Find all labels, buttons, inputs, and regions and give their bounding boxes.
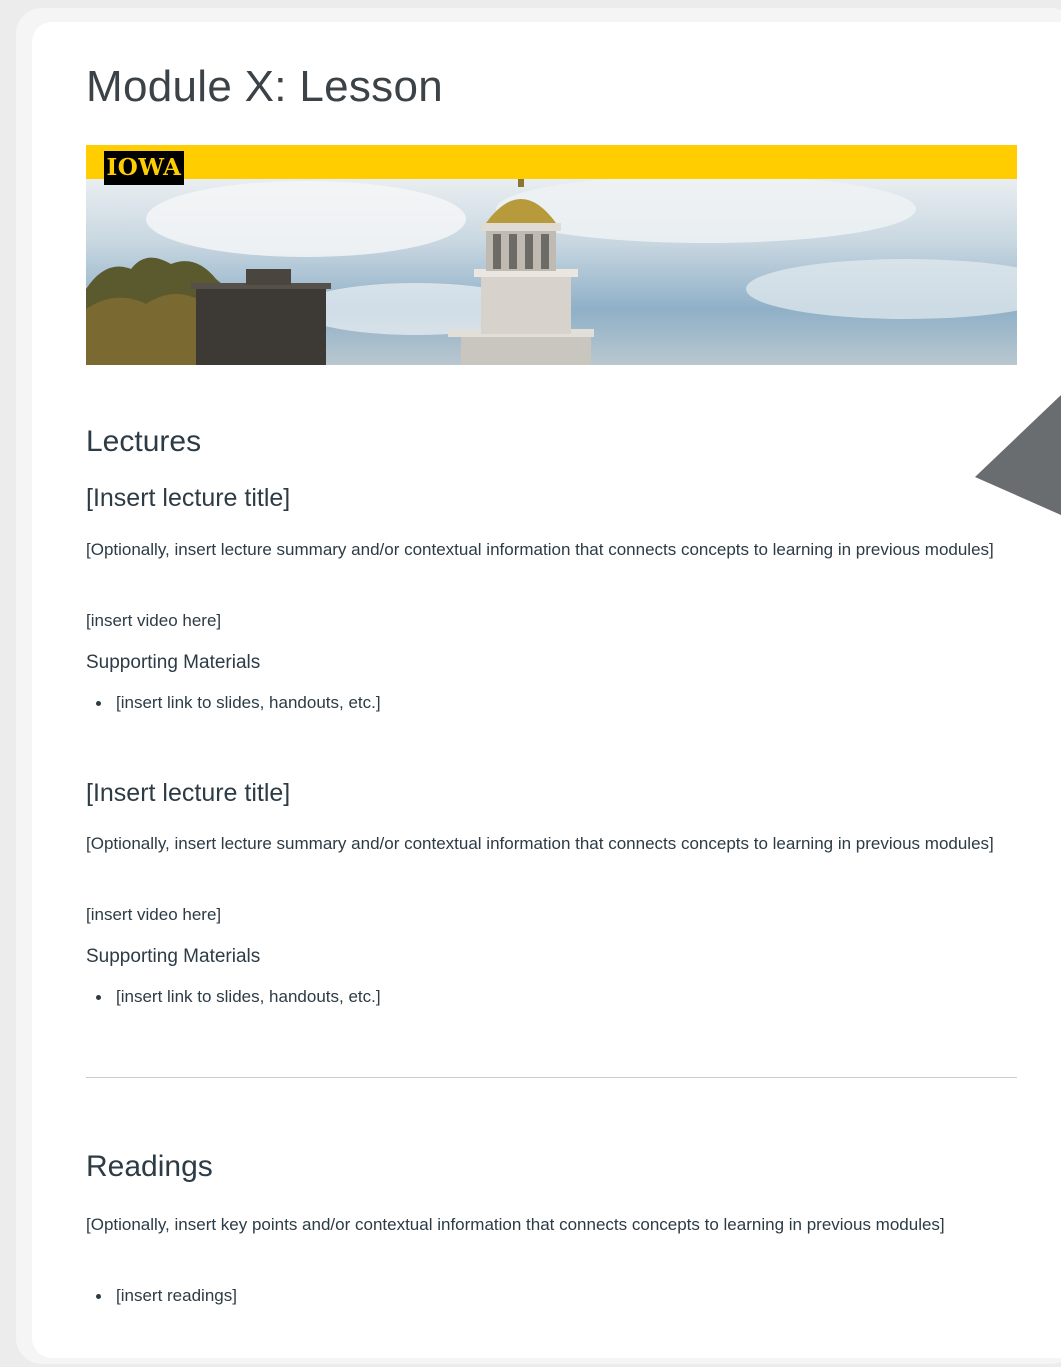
reading-link[interactable]: [insert readings] [116, 1286, 237, 1305]
lectures-heading: Lectures [86, 425, 202, 458]
banner-gold-bar [86, 145, 1017, 179]
list-item: [insert link to slides, handouts, etc.] [86, 983, 381, 1011]
pointer-arrow-icon [975, 395, 1061, 515]
bullet-icon [96, 1294, 101, 1299]
lecture-1-material-link[interactable]: [insert link to slides, handouts, etc.] [116, 693, 381, 712]
lecture-2-material-link[interactable]: [insert link to slides, handouts, etc.] [116, 987, 381, 1006]
list-item: [insert readings] [86, 1282, 237, 1310]
section-divider [86, 1077, 1017, 1078]
lecture-2-materials-list: [insert link to slides, handouts, etc.] [86, 983, 381, 1011]
banner-campus-illustration [86, 179, 1017, 365]
lecture-2-materials-heading: Supporting Materials [86, 946, 261, 967]
bullet-icon [96, 701, 101, 706]
header-banner: IOWA [86, 145, 1017, 365]
lecture-1-materials-list: [insert link to slides, handouts, etc.] [86, 689, 381, 717]
readings-list: [insert readings] [86, 1282, 237, 1310]
page-title: Module X: Lesson [86, 62, 444, 111]
lecture-2-video: [insert video here] [86, 905, 222, 924]
bullet-icon [96, 995, 101, 1000]
readings-heading: Readings [86, 1150, 213, 1183]
lecture-2-summary: [Optionally, insert lecture summary and/… [86, 834, 994, 853]
list-item: [insert link to slides, handouts, etc.] [86, 689, 381, 717]
readings-summary: [Optionally, insert key points and/or co… [86, 1215, 945, 1234]
iowa-logo: IOWA [104, 151, 184, 185]
lecture-1-title: [Insert lecture title] [86, 484, 291, 512]
lecture-1-summary: [Optionally, insert lecture summary and/… [86, 540, 994, 559]
lecture-2-title: [Insert lecture title] [86, 779, 291, 807]
lecture-1-materials-heading: Supporting Materials [86, 652, 261, 673]
lecture-1-video: [insert video here] [86, 611, 222, 630]
